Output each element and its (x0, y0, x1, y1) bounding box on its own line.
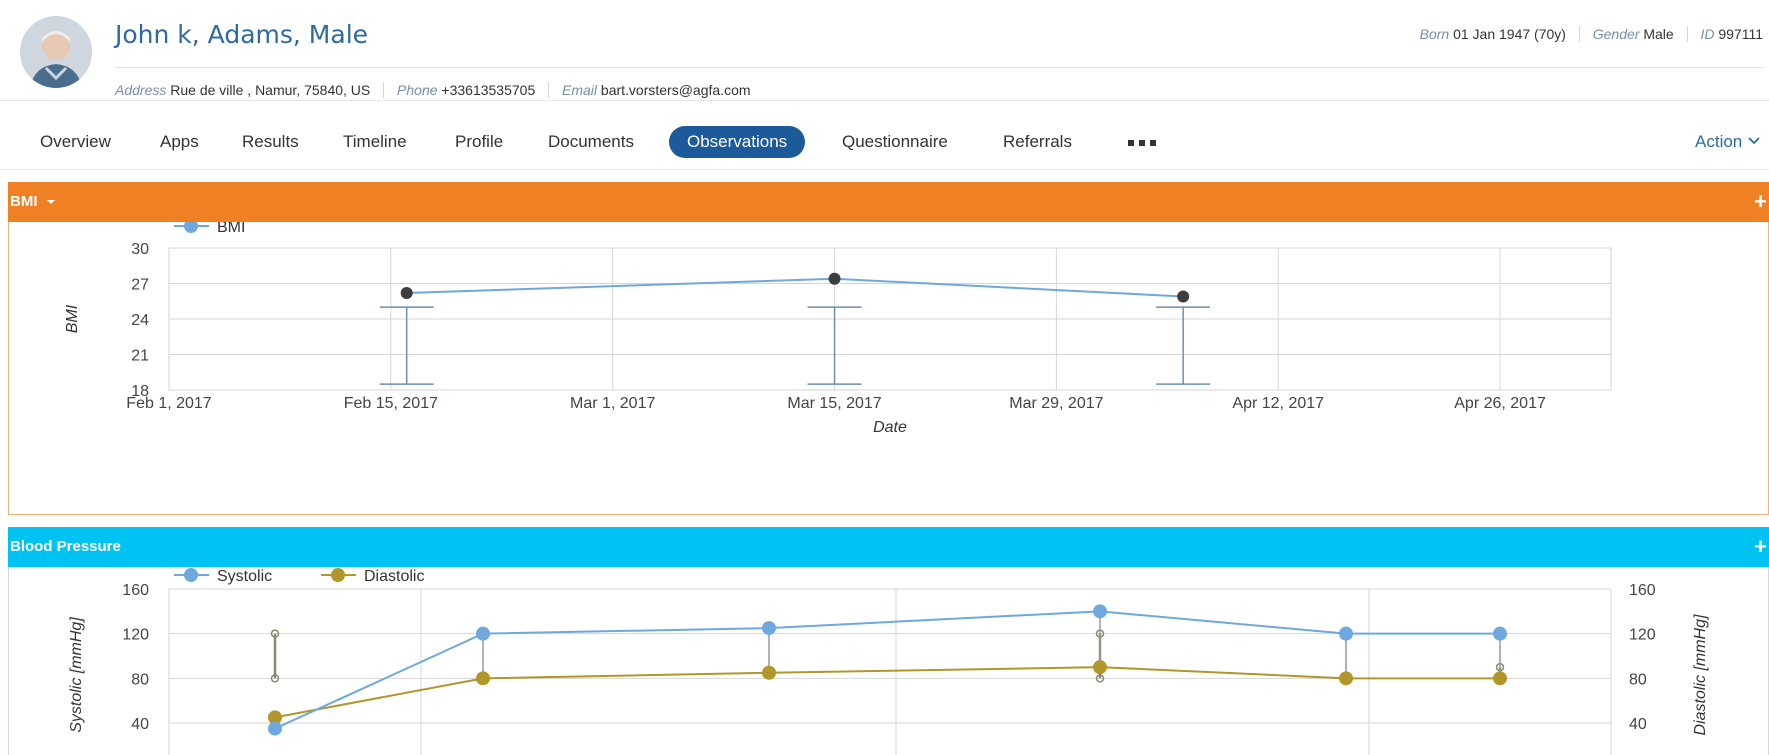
email-label: Email (562, 82, 598, 98)
id-value: 997111 (1718, 26, 1763, 42)
tab-overview[interactable]: Overview (40, 126, 111, 158)
phone-value: +33613535705 (441, 82, 536, 98)
bp-panel-body: 40 40 80 80 120 120 160 160 Systolic [mmHg] Diast… (8, 567, 1769, 755)
y-tick-label-right: 40 (1629, 716, 1647, 733)
legend-marker (184, 219, 198, 233)
data-point-bmi (828, 272, 841, 285)
phone-label: Phone (397, 82, 438, 98)
tab-apps[interactable]: Apps (160, 126, 199, 158)
x-tick-label: Apr 12, 2017 (1232, 395, 1324, 412)
address-label: Address (115, 82, 167, 98)
y-tick-label: 24 (131, 312, 149, 329)
data-point-systolic (476, 626, 490, 641)
series-line-diastolic (274, 666, 1500, 719)
data-point-systolic (1339, 626, 1353, 641)
y-axis-label: BMI (64, 304, 81, 333)
tab-referrals[interactable]: Referrals (1003, 126, 1072, 158)
avatar[interactable] (20, 16, 92, 88)
ellipsis-icon[interactable] (1128, 140, 1156, 146)
divider (548, 82, 550, 98)
action-label: Action (1695, 132, 1743, 151)
legend-label-systolic: Systolic (217, 568, 272, 585)
data-point-systolic (1093, 604, 1107, 619)
y-tick-label-left: 160 (122, 582, 149, 599)
data-point-bmi (400, 286, 413, 299)
plus-icon[interactable]: + (1754, 527, 1767, 567)
y-tick-label-right: 80 (1629, 671, 1647, 688)
x-axis-label: Date (873, 419, 907, 436)
y-tick-label-left: 120 (122, 627, 149, 644)
gender-value: Male (1643, 26, 1674, 42)
caret-down-icon (46, 200, 55, 204)
y-tick-label-right: 120 (1629, 627, 1656, 644)
y-axis-label-right: Diastolic [mmHg] (1692, 614, 1709, 735)
data-point-systolic (1493, 626, 1507, 641)
data-point-systolic (268, 721, 282, 736)
x-tick-label: Feb 1, 2017 (126, 395, 212, 412)
patient-contact: Address Rue de ville , Namur, 75840, US … (115, 82, 751, 98)
bp-panel-title: Blood Pressure (10, 538, 121, 555)
bp-panel-header[interactable]: Blood Pressure + (8, 527, 1769, 567)
tab-questionnaire[interactable]: Questionnaire (842, 126, 948, 158)
legend-marker-systolic (184, 568, 198, 582)
born-label: Born (1419, 26, 1450, 42)
y-tick-label-left: 40 (131, 716, 149, 733)
series-line-bmi (406, 277, 1184, 298)
y-tick-label: 27 (131, 277, 149, 294)
tab-profile[interactable]: Profile (455, 126, 503, 158)
divider (383, 82, 385, 98)
gender-label: Gender (1592, 26, 1640, 42)
address-value: Rue de ville , Namur, 75840, US (170, 82, 371, 98)
x-tick-label: Feb 15, 2017 (344, 395, 438, 412)
data-point-bmi (1177, 290, 1190, 303)
y-axis-label-left: Systolic [mmHg] (68, 617, 85, 733)
patient-header: John k, Adams, Male Born 01 Jan 1947 (70… (0, 0, 1769, 101)
tab-observations[interactable]: Observations (669, 126, 806, 158)
legend-label: BMI (217, 222, 245, 236)
data-point-diastolic (762, 665, 776, 680)
x-tick-label: Apr 26, 2017 (1454, 395, 1546, 412)
bmi-panel-header[interactable]: BMI + (8, 182, 1769, 222)
blood-pressure-chart: 40 40 80 80 120 120 160 160 Systolic [mmHg] Diast… (68, 568, 1709, 755)
divider (1578, 26, 1580, 42)
born-value: 01 Jan 1947 (70y) (1453, 26, 1566, 42)
divider (115, 67, 1763, 68)
data-point-diastolic (1493, 671, 1507, 686)
chevron-down-icon (1748, 137, 1760, 145)
divider (1686, 26, 1688, 42)
bmi-panel-body: 18 21 24 27 30 Feb 1, 2017 Feb 15, 2017 Mar 1, … (8, 219, 1769, 515)
x-tick-label: Mar 1, 2017 (570, 395, 655, 412)
x-tick-label: Mar 15, 2017 (787, 395, 881, 412)
y-tick-label-right: 160 (1629, 582, 1656, 599)
patient-name: John k, Adams, Male (115, 20, 369, 49)
tab-timeline[interactable]: Timeline (343, 126, 407, 158)
email-value[interactable]: bart.vorsters@agfa.com (601, 82, 751, 98)
tab-documents[interactable]: Documents (548, 126, 634, 158)
bmi-panel-title: BMI (10, 193, 38, 210)
id-label: ID (1700, 26, 1715, 42)
action-menu-button[interactable]: Action (1695, 126, 1761, 158)
data-point-diastolic (1093, 660, 1107, 675)
main-nav: Overview Apps Results Timeline Profile D… (0, 112, 1769, 170)
data-point-diastolic (1339, 671, 1353, 686)
plus-icon[interactable]: + (1754, 182, 1767, 222)
x-tick-label: Mar 29, 2017 (1009, 395, 1103, 412)
y-tick-label: 21 (131, 348, 149, 365)
patient-demographics: Born 01 Jan 1947 (70y) Gender Male ID 99… (1420, 26, 1763, 42)
legend-label-diastolic: Diastolic (364, 568, 424, 585)
y-tick-label: 30 (131, 241, 149, 258)
data-point-diastolic (476, 671, 490, 686)
bmi-chart: 1821242730Feb 1, 2017 Feb 15, 2017 Mar 1, … (64, 219, 1612, 436)
legend-marker-diastolic (331, 568, 345, 582)
data-point-systolic (762, 621, 776, 636)
tab-results[interactable]: Results (242, 126, 299, 158)
y-tick-label-left: 80 (131, 671, 149, 688)
